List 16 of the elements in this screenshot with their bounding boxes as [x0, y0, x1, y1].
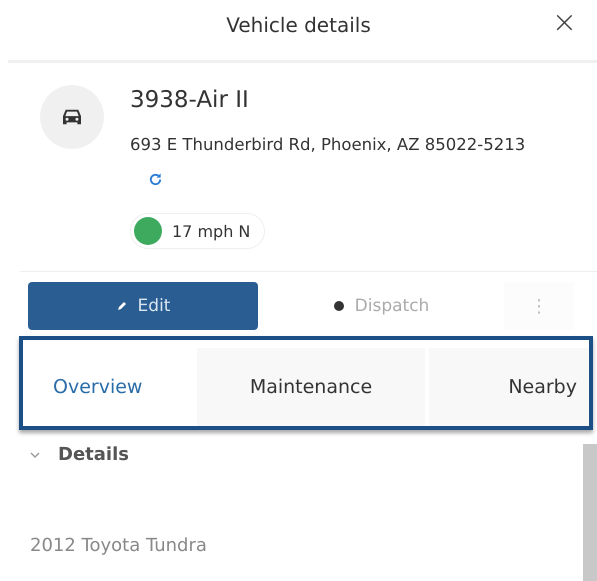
speed-text: 17 mph N	[172, 222, 250, 240]
close-button[interactable]: ×	[548, 8, 581, 38]
edit-button[interactable]: Edit	[28, 282, 258, 330]
dot-icon	[332, 300, 345, 312]
vehicle-name: 3938-Air II	[130, 87, 249, 113]
section-header[interactable]: Details	[30, 440, 129, 469]
pencil-icon	[116, 300, 128, 312]
scrollbar[interactable]	[583, 444, 597, 581]
chevron-down-icon	[30, 452, 40, 458]
window-title: Vehicle details	[226, 13, 371, 37]
field-value: 2012 Toyota Tundra	[30, 535, 208, 556]
car-icon	[61, 108, 83, 126]
tab[interactable]: Maintenance	[197, 348, 425, 426]
tab[interactable]: Nearby	[429, 348, 589, 426]
vehicle-address: 693 E Thunderbird Rd, Phoenix, AZ 85022-5213	[130, 135, 526, 154]
tab[interactable]: Overview	[23, 348, 193, 426]
